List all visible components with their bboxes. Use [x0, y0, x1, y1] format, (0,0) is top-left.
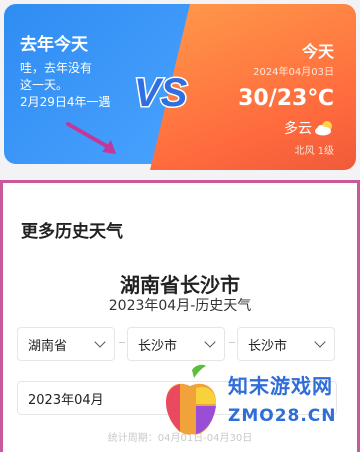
separator — [119, 342, 125, 343]
vs-label: VS — [134, 71, 188, 115]
city-value: 长沙市 — [138, 338, 178, 354]
watermark: 知末游戏网 ZMO28.CN — [156, 362, 360, 448]
province-select[interactable]: 湖南省 — [17, 327, 115, 361]
message-line: 2月29日4年一遇 — [20, 95, 111, 109]
last-year-title: 去年今天 — [20, 35, 88, 55]
vs-icon: VS — [133, 70, 190, 117]
section-title: 更多历史天气 — [21, 222, 123, 242]
district-value: 长沙市 — [248, 338, 288, 354]
watermark-line1: 知末游戏网 — [228, 374, 333, 398]
arrow-icon — [66, 122, 116, 154]
watermark-line2: ZMO28.CN — [228, 406, 337, 426]
today-title: 今天 — [301, 42, 334, 61]
city-title: 湖南省长沙市 — [120, 273, 240, 297]
month-value: 2023年04月 — [28, 392, 104, 408]
condition-label: 多云 — [284, 121, 312, 137]
chevron-down-icon — [204, 336, 216, 348]
today-wind: 北风 1级 — [294, 146, 334, 157]
history-subtitle: 2023年04月-历史天气 — [108, 298, 252, 314]
city-select[interactable]: 长沙市 — [127, 327, 225, 361]
message-line: 哇，去年没有 — [20, 61, 93, 75]
partly-cloudy-icon — [315, 121, 332, 136]
separator — [229, 342, 235, 343]
chevron-down-icon — [94, 336, 106, 348]
district-select[interactable]: 长沙市 — [237, 327, 335, 361]
message-line: 这一天。 — [20, 78, 69, 92]
today-temperature: 30/23℃ — [238, 86, 334, 111]
today-date: 2024年04月03日 — [253, 67, 334, 78]
province-value: 湖南省 — [28, 338, 68, 354]
today-condition: 多云 — [284, 118, 334, 138]
apple-logo-icon — [166, 364, 216, 435]
weather-compare-card: 去年今天 哇，去年没有 这一天。 2月29日4年一遇 VS 今天 2024年04… — [0, 0, 360, 178]
chevron-down-icon — [314, 336, 326, 348]
last-year-message: 哇，去年没有 这一天。 2月29日4年一遇 — [20, 60, 130, 111]
